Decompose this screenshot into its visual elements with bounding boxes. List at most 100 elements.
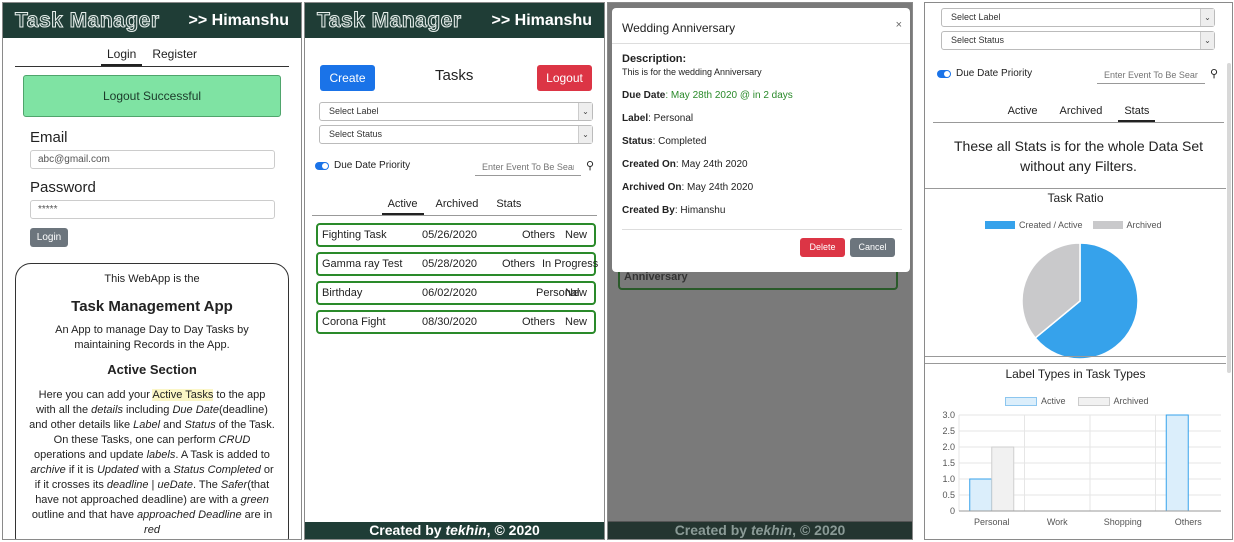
search-input[interactable] [475, 158, 581, 176]
task-row[interactable]: Gamma ray Test 05/28/2020 Others In Progres… [316, 252, 599, 276]
search-icon[interactable]: ⚲ [586, 159, 594, 172]
logout-alert: Logout Successful [23, 75, 281, 117]
search-input[interactable] [1097, 66, 1205, 84]
select-status-dropdown[interactable]: Select Status ⌄ [319, 125, 593, 144]
login-panel: Task Manager >> Himanshu Login Register … [2, 2, 302, 540]
tab-stats[interactable]: Stats [1118, 102, 1156, 122]
created-on-row: Created On: May 24th 2020 [622, 159, 748, 170]
label-row: Label: Personal [622, 113, 694, 124]
tab-login[interactable]: Login [100, 44, 143, 66]
legend-archived: Archived [1126, 220, 1162, 230]
priority-label: Due Date Priority [956, 68, 1033, 79]
y-tick-label: 0.5 [942, 490, 955, 500]
password-label: Password [30, 179, 96, 196]
chevron-down-icon: ⌄ [1200, 32, 1214, 49]
label-types-title: Label Types in Task Types [1005, 367, 1146, 381]
legend-swatch-active [1005, 396, 1037, 406]
task-name: Birthday [322, 287, 363, 299]
chevron-down-icon: ⌄ [1200, 9, 1214, 26]
info-desc: An App to manage Day to Day Tasks by mai… [55, 324, 249, 351]
info-title: Task Management App [71, 298, 233, 315]
created-by-row: Created By: Himanshu [622, 205, 726, 216]
label-types-bar-chart: 3.0 2.5 2.0 1.5 1.0 0.5 0 Personal Work Shopping O… [942, 410, 1221, 527]
legend-created: Created / Active [1019, 220, 1083, 230]
due-date-priority-toggle[interactable] [937, 69, 951, 78]
due-date-row: Due Date: May 28th 2020 @ in 2 days [622, 90, 793, 101]
tasks-panel: Task Manager >> Himanshu Create Tasks Lo… [304, 2, 605, 540]
x-tick-label: Personal [974, 517, 1010, 527]
modal-panel: Anniversary Created by tekhin, © 2020 We… [607, 2, 913, 540]
select-status-dropdown[interactable]: Select Status ⌄ [941, 31, 1215, 50]
brand-logo[interactable]: Task Manager [15, 8, 160, 33]
task-date: 06/02/2020 [422, 287, 478, 299]
task-status: In Progress [542, 258, 599, 270]
y-tick-label: 2.5 [942, 426, 955, 436]
page-title: Tasks [435, 67, 474, 84]
email-label: Email [30, 129, 68, 146]
chevron-down-icon: ⌄ [578, 126, 592, 143]
select-label-dropdown[interactable]: Select Label ⌄ [319, 102, 593, 121]
tab-register[interactable]: Register [146, 44, 203, 66]
priority-label: Due Date Priority [334, 160, 411, 171]
tab-stats[interactable]: Stats [490, 195, 527, 215]
task-status: New [565, 316, 588, 328]
info-paragraph: Here you can add your Active Tasks to th… [29, 389, 275, 536]
password-field[interactable] [30, 200, 275, 219]
email-field[interactable] [30, 150, 275, 169]
task-detail-modal: Wedding Anniversary × Description: This … [612, 8, 910, 272]
close-icon[interactable]: × [896, 19, 902, 31]
y-tick-label: 2.0 [942, 442, 955, 452]
tab-active[interactable]: Active [1002, 102, 1044, 122]
tab-active[interactable]: Active [381, 195, 424, 215]
brand-logo[interactable]: Task Manager [317, 8, 462, 33]
tab-archived[interactable]: Archived [1054, 102, 1109, 122]
legend-archived-bar: Archived [1113, 396, 1149, 406]
x-tick-label: Others [1175, 517, 1203, 527]
login-button[interactable]: Login [30, 228, 68, 247]
cancel-button[interactable]: Cancel [850, 238, 895, 257]
task-date: 05/28/2020 [422, 258, 478, 270]
navbar: Task Manager >> Himanshu [3, 3, 301, 38]
task-name: Fighting Task [322, 229, 387, 241]
bar-archived-personal [991, 446, 1015, 512]
task-name: Corona Fight [322, 316, 386, 328]
task-label: Others [522, 316, 556, 328]
task-row[interactable]: Corona Fight 08/30/2020 Others New [316, 310, 596, 334]
description-label: Description: [622, 53, 687, 65]
modal-title: Wedding Anniversary [622, 21, 736, 35]
logout-button[interactable]: Logout [537, 65, 592, 91]
task-status: New [565, 287, 588, 299]
task-label: Others [502, 258, 536, 270]
task-name: Gamma ray Test [322, 258, 403, 270]
select-label-dropdown[interactable]: Select Label ⌄ [941, 8, 1215, 27]
due-date-priority-toggle[interactable] [315, 161, 329, 170]
task-ratio-title: Task Ratio [1047, 191, 1104, 205]
create-button[interactable]: Create [320, 65, 375, 91]
task-date: 05/26/2020 [422, 229, 478, 241]
task-row[interactable]: Fighting Task 05/26/2020 Others New [316, 223, 596, 247]
info-intro: This WebApp is the [104, 273, 200, 285]
bar-active-others [1165, 414, 1189, 512]
y-tick-label: 3.0 [942, 410, 955, 420]
footer: Created by tekhin, © 2020 [608, 522, 912, 539]
legend-active: Active [1041, 396, 1066, 406]
user-name: >> Himanshu [188, 11, 289, 29]
stats-note: These all Stats is for the whole Data Se… [953, 138, 1203, 174]
stats-panel: Select Label ⌄ Select Status ⌄ Due Date Pr… [924, 2, 1233, 540]
background-task-text: Anniversary [624, 271, 688, 283]
task-row[interactable]: Birthday 06/02/2020 Personal New [316, 281, 596, 305]
user-name: >> Himanshu [491, 11, 592, 29]
x-tick-label: Shopping [1104, 517, 1142, 527]
x-tick-label: Work [1047, 517, 1068, 527]
tab-archived[interactable]: Archived [430, 195, 485, 215]
y-tick-label: 1.0 [942, 474, 955, 484]
footer: Created by tekhin, © 2020 [305, 522, 604, 539]
description-value: This is for the wedding Anniversary [622, 67, 762, 77]
delete-button[interactable]: Delete [800, 238, 845, 257]
search-icon[interactable]: ⚲ [1210, 67, 1218, 80]
legend-swatch-archived [1092, 221, 1123, 229]
chevron-down-icon: ⌄ [578, 103, 592, 120]
navbar: Task Manager >> Himanshu [305, 3, 604, 38]
scrollbar[interactable] [1227, 63, 1231, 373]
legend-swatch-archived-bar [1077, 396, 1110, 406]
